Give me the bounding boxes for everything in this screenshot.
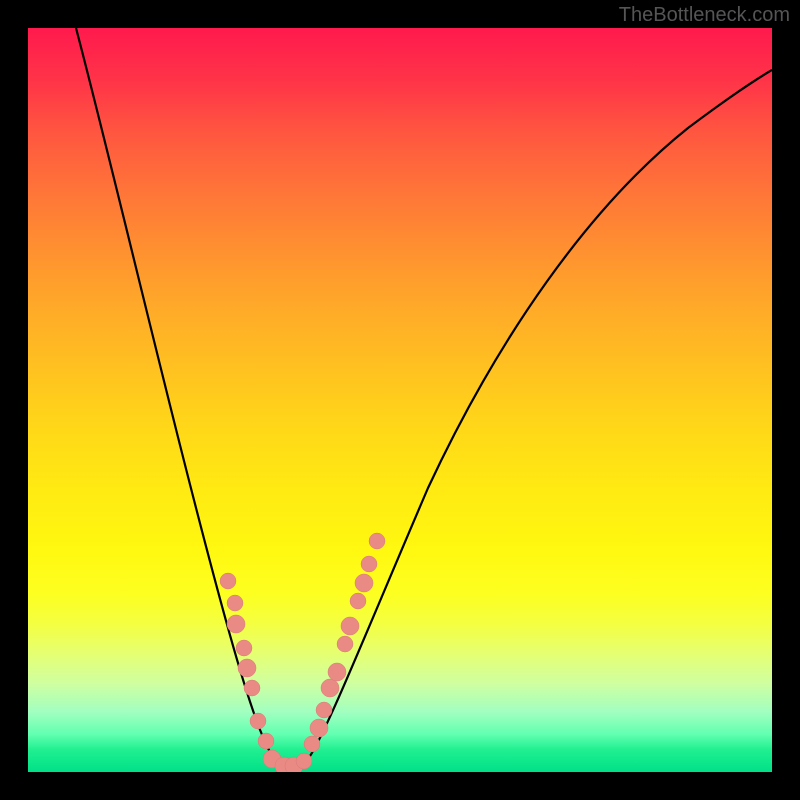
data-point <box>328 663 346 681</box>
data-point <box>304 736 320 752</box>
data-point <box>250 713 266 729</box>
chart-svg <box>28 28 772 772</box>
right-curve <box>290 70 772 770</box>
data-point <box>355 574 373 592</box>
data-point <box>369 533 385 549</box>
left-curve <box>76 28 290 770</box>
data-point <box>310 719 328 737</box>
curve-group <box>76 28 772 770</box>
data-point <box>316 702 332 718</box>
watermark-text: TheBottleneck.com <box>619 4 790 27</box>
data-point <box>244 680 260 696</box>
data-point <box>238 659 256 677</box>
data-point <box>361 556 377 572</box>
data-point <box>220 573 236 589</box>
data-points <box>220 533 385 772</box>
data-point <box>341 617 359 635</box>
data-point <box>258 733 274 749</box>
outer-frame: TheBottleneck.com <box>0 0 800 800</box>
data-point <box>350 593 366 609</box>
data-point <box>236 640 252 656</box>
data-point <box>321 679 339 697</box>
plot-area <box>28 28 772 772</box>
data-point <box>227 615 245 633</box>
data-point <box>227 595 243 611</box>
data-point <box>296 753 312 769</box>
data-point <box>337 636 353 652</box>
